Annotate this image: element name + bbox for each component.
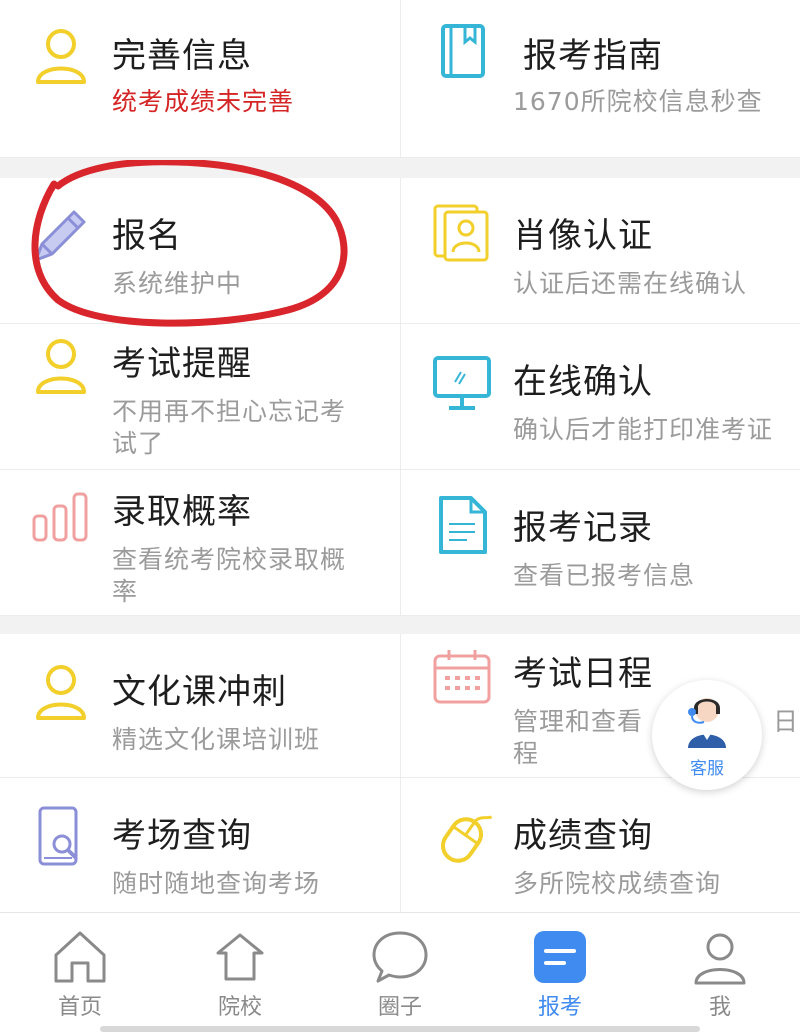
feature-subtitle: 系统维护中 [112,269,243,298]
grid-row: 报名 系统维护中 肖像认证 认证后还需在线确认 [0,178,800,324]
feature-subtitle: 管理和查看 [513,707,644,736]
feature-subtitle: 查看已报考信息 [513,561,696,590]
feature-title: 报名 [112,216,182,256]
feature-title: 报考记录 [513,508,653,548]
tab-label: 我 [708,995,731,1020]
bar-chart-icon [32,492,88,542]
feature-title: 录取概率 [112,492,252,532]
calendar-icon [433,650,491,704]
feature-title: 考场查询 [112,816,252,856]
monitor-icon [433,356,491,410]
pencil-icon [34,210,86,262]
feature-subtitle: 随时随地查询考场 [112,869,321,898]
feature-title: 文化课冲刺 [112,672,287,712]
feature-score-lookup[interactable]: 成绩查询 多所院校成绩查询 [400,778,800,912]
feature-admission-rate[interactable]: 录取概率 查看统考院校录取概 率 [0,470,400,615]
feature-subtitle-tail: 日 [773,707,800,736]
feature-culture-sprint[interactable]: 文化课冲刺 精选文化课培训班 [0,634,400,777]
portrait-icon [433,204,489,262]
feature-title: 肖像认证 [513,216,653,256]
person-icon [36,29,86,84]
feature-subtitle: 1670所院校信息秒查 [513,87,763,116]
feature-subtitle: 统考成绩未完善 [112,87,295,116]
feature-title: 成绩查询 [513,816,653,856]
home-indicator [100,1026,700,1032]
tab-apply[interactable]: 报考 [480,913,640,1034]
feature-title: 考试提醒 [112,344,252,384]
feature-subtitle: 查看统考院校录取概 [112,545,347,574]
feature-apply-records[interactable]: 报考记录 查看已报考信息 [400,470,800,615]
feature-subtitle-cont: 试了 [112,429,165,458]
grid-row: 考试提醒 不用再不担心忘记考 试了 在线确认 确认后才能打印准考证 [0,324,800,470]
feature-subtitle: 精选文化课培训班 [112,725,321,754]
feature-title: 完善信息 [112,36,252,76]
user-icon [694,933,746,985]
customer-service-label: 客服 [690,759,724,779]
feature-subtitle-cont: 率 [112,577,139,606]
feature-title: 在线确认 [513,362,653,402]
feature-subtitle-cont: 程 [513,739,540,768]
feature-title: 报考指南 [523,36,663,76]
feature-exam-reminder[interactable]: 考试提醒 不用再不担心忘记考 试了 [0,324,400,469]
document-icon [439,496,487,554]
tab-circle[interactable]: 圈子 [320,913,480,1034]
person-icon [36,339,86,394]
bottom-tab-bar: 首页 院校 圈子 报考 我 [0,912,800,1034]
grid-row: 完善信息 统考成绩未完善 报考指南 1670所院校信息秒查 [0,0,800,158]
feature-exam-room-lookup[interactable]: 考场查询 随时随地查询考场 [0,778,400,912]
grid-row: 考场查询 随时随地查询考场 成绩查询 多所院校成绩查询 [0,778,800,912]
person-icon [36,665,86,720]
feature-complete-info[interactable]: 完善信息 统考成绩未完善 [0,0,400,157]
phone-search-icon [38,806,78,866]
feature-subtitle: 确认后才能打印准考证 [513,415,774,444]
customer-service-button[interactable]: 客服 [652,680,762,790]
feature-subtitle: 多所院校成绩查询 [513,869,722,898]
feature-guide[interactable]: 报考指南 1670所院校信息秒查 [400,0,800,157]
section-divider [0,616,800,634]
school-icon [216,933,264,981]
feature-title: 考试日程 [513,654,653,694]
tab-me[interactable]: 我 [640,913,800,1034]
tab-label: 首页 [57,995,102,1020]
tab-schools[interactable]: 院校 [160,913,320,1034]
home-icon [54,931,106,983]
tab-label: 圈子 [377,995,422,1020]
chat-bubble-icon [372,931,428,983]
apply-icon [534,931,586,983]
tab-home[interactable]: 首页 [0,913,160,1034]
feature-subtitle: 不用再不担心忘记考 [112,397,347,426]
customer-service-icon [688,698,726,748]
tab-label: 院校 [217,995,262,1020]
section-divider [0,158,800,178]
book-icon [441,24,485,78]
grid-row: 录取概率 查看统考院校录取概 率 报考记录 查看已报考信息 [0,470,800,616]
feature-portrait-auth[interactable]: 肖像认证 认证后还需在线确认 [400,178,800,323]
feature-subtitle: 认证后还需在线确认 [513,269,748,298]
feature-online-confirm[interactable]: 在线确认 确认后才能打印准考证 [400,324,800,469]
feature-register[interactable]: 报名 系统维护中 [0,178,400,323]
tab-label: 报考 [537,995,582,1020]
mouse-icon [440,815,493,863]
